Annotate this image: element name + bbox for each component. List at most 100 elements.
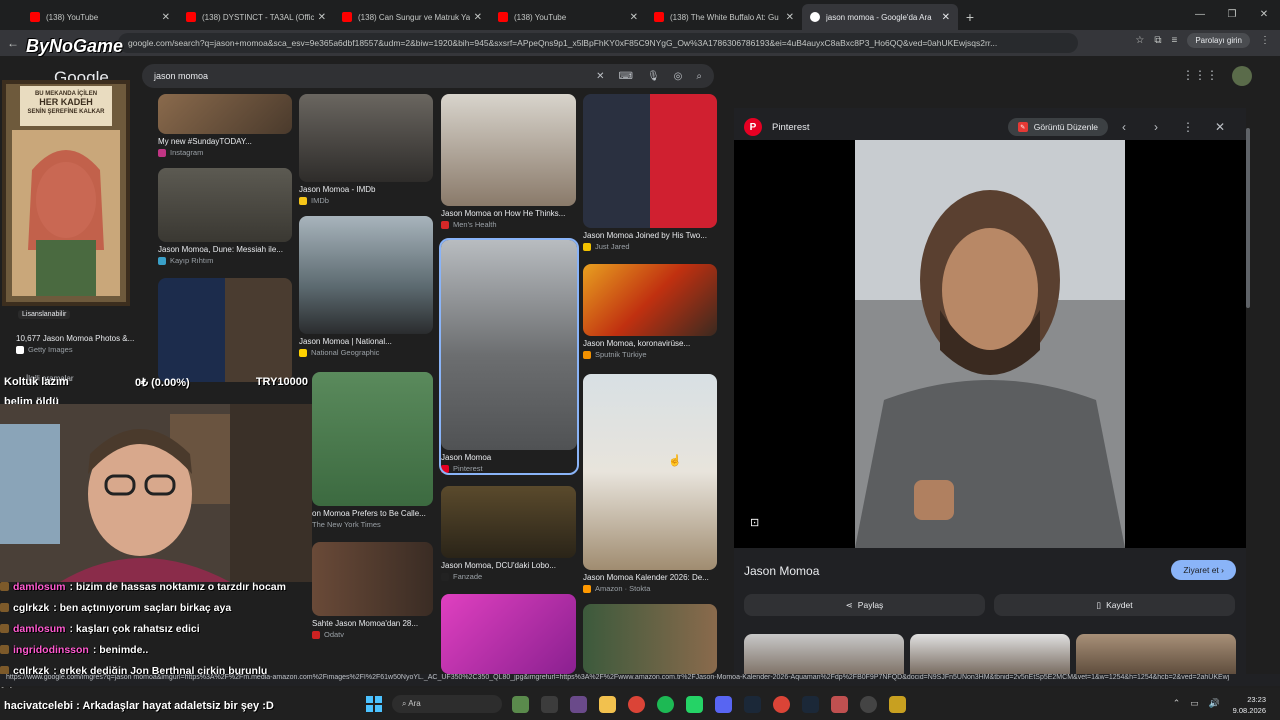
result-tile[interactable]: Jason Momoa | National... National Geogr… — [299, 216, 433, 357]
result-tile[interactable] — [441, 594, 576, 674]
result-title[interactable]: Jason Momoa - IMDb — [299, 185, 433, 194]
result-tile[interactable]: Jason Momoa Kalender 2026: De... Amazon … — [583, 374, 717, 593]
close-icon[interactable]: ✕ — [630, 12, 638, 23]
save-button[interactable]: ▯ Kaydet — [994, 594, 1235, 616]
result-thumbnail[interactable] — [583, 94, 717, 228]
result-title[interactable]: Jason Momoa on How He Thinks... — [441, 209, 576, 218]
close-icon[interactable]: ✕ — [1204, 120, 1236, 134]
app-icon[interactable] — [889, 696, 906, 713]
tab-white-buffalo[interactable]: (138) The White Buffalo At: Gu ✕ — [646, 4, 802, 30]
result-thumbnail[interactable] — [158, 168, 292, 242]
file-explorer-icon[interactable] — [599, 696, 616, 713]
result-title[interactable]: Jason Momoa Kalender 2026: De... — [583, 573, 717, 582]
result-thumbnail[interactable] — [441, 486, 576, 558]
result-title[interactable]: on Momoa Prefers to Be Calle... — [312, 509, 433, 518]
share-button[interactable]: ⋖ Paylaş — [744, 594, 985, 616]
result-tile-selected[interactable]: Jason Momoa Pinterest — [439, 238, 579, 475]
tab-youtube-1[interactable]: (138) YouTube ✕ — [22, 4, 178, 30]
result-thumbnail[interactable] — [583, 604, 717, 674]
result-thumbnail[interactable] — [299, 94, 433, 182]
result-tile[interactable]: Jason Momoa, Dune: Messiah ile... Kayıp … — [158, 168, 292, 265]
minimize-icon[interactable]: — — [1184, 0, 1216, 28]
search-box[interactable]: jason momoa ✕ ⌨ 🎙 ◎ ⌕ — [142, 64, 714, 88]
result-thumbnail[interactable] — [158, 94, 292, 134]
result-tile[interactable]: on Momoa Prefers to Be Calle... The New … — [312, 372, 433, 529]
result-title[interactable]: Jason Momoa, Dune: Messiah ile... — [158, 245, 292, 254]
menu-icon[interactable]: ⋮ — [1260, 35, 1270, 46]
preview-image[interactable]: ⊡ — [734, 140, 1246, 548]
taskbar-clock[interactable]: 23:23 9.08.2026 — [1233, 694, 1266, 716]
tab-youtube-2[interactable]: (138) YouTube ✕ — [490, 4, 646, 30]
discord-icon[interactable] — [715, 696, 732, 713]
result-title[interactable]: Jason Momoa — [441, 453, 577, 462]
result-thumbnail[interactable] — [441, 94, 576, 206]
steam-icon[interactable] — [802, 696, 819, 713]
chevron-right-icon[interactable]: › — [1140, 120, 1172, 134]
result-tile[interactable]: 10,677 Jason Momoa Photos &... Getty Ima… — [16, 331, 156, 354]
mic-icon[interactable]: 🎙 — [647, 71, 660, 82]
tab-can-sungur[interactable]: (138) Can Sungur ve Matruk Ya ✕ — [334, 4, 490, 30]
apps-grid-icon[interactable]: ⋮⋮⋮ — [1182, 68, 1218, 82]
taskbar-search[interactable]: ⌕ Ara — [392, 695, 502, 713]
close-icon[interactable]: ✕ — [474, 12, 482, 23]
tab-dystinct[interactable]: (138) DYSTINCT - TA3AL (Offici ✕ — [178, 4, 334, 30]
result-title[interactable]: My new #SundayTODAY... — [158, 137, 292, 146]
result-tile[interactable]: My new #SundayTODAY... Instagram — [158, 94, 292, 157]
result-title[interactable]: Jason Momoa Joined by His Two... — [583, 231, 717, 240]
keyboard-icon[interactable]: ⌨ — [619, 71, 633, 82]
search-icon[interactable]: ⌕ — [696, 71, 702, 82]
address-bar[interactable]: google.com/search?q=jason+momoa&sca_esv=… — [118, 33, 1078, 53]
tab-search-icon[interactable]: ≡ — [1171, 35, 1177, 46]
close-icon[interactable]: ✕ — [162, 12, 170, 23]
result-thumbnail[interactable] — [441, 594, 576, 674]
panel-scrollbar[interactable] — [1246, 108, 1252, 668]
whatsapp-icon[interactable] — [686, 696, 703, 713]
close-icon[interactable]: ✕ — [786, 12, 794, 23]
result-tile[interactable] — [583, 604, 717, 674]
result-thumbnail[interactable] — [299, 216, 433, 334]
tab-google-search[interactable]: jason momoa - Google'da Ara ✕ — [802, 4, 958, 30]
result-title[interactable]: Jason Momoa, koronavirüse... — [583, 339, 717, 348]
result-title[interactable]: Sahte Jason Momoa'dan 28... — [312, 619, 433, 628]
result-tile[interactable] — [158, 278, 292, 382]
result-tile[interactable]: Jason Momoa - IMDb IMDb — [299, 94, 433, 205]
new-tab-button[interactable]: + — [958, 4, 982, 30]
result-thumbnail[interactable] — [312, 542, 433, 616]
app-icon[interactable] — [570, 696, 587, 713]
result-title[interactable]: 10,677 Jason Momoa Photos &... — [16, 334, 156, 343]
result-thumbnail[interactable] — [158, 278, 292, 382]
result-thumbnail[interactable] — [441, 240, 577, 450]
close-window-icon[interactable]: ✕ — [1248, 0, 1280, 28]
result-tile[interactable]: Jason Momoa, koronavirüse... Sputnik Tür… — [583, 264, 717, 359]
steam-icon[interactable] — [744, 696, 761, 713]
chrome-active-icon[interactable] — [773, 696, 790, 713]
result-tile[interactable]: Jason Momoa Joined by His Two... Just Ja… — [583, 94, 717, 251]
result-thumbnail[interactable] — [583, 264, 717, 336]
result-title[interactable]: Jason Momoa | National... — [299, 337, 433, 346]
app-icon[interactable] — [512, 696, 529, 713]
extensions-icon[interactable]: ⧉ — [1154, 35, 1161, 46]
back-icon[interactable]: ← — [0, 36, 26, 50]
chevron-up-icon[interactable]: ⌃ — [1173, 698, 1181, 709]
lens-icon[interactable]: ◎ — [674, 71, 683, 82]
chevron-left-icon[interactable]: ‹ — [1108, 120, 1140, 134]
close-icon[interactable]: ✕ — [942, 12, 950, 23]
scrollbar-thumb[interactable] — [1246, 128, 1250, 308]
chrome-icon[interactable] — [628, 696, 645, 713]
windows-start-icon[interactable] — [366, 696, 382, 712]
result-thumbnail[interactable] — [583, 374, 717, 570]
result-title[interactable]: Jason Momoa, DCU'daki Lobo... — [441, 561, 576, 570]
edit-image-button[interactable]: ✎ Görüntü Düzenle — [1007, 118, 1108, 136]
result-thumbnail[interactable] — [312, 372, 433, 506]
avatar[interactable] — [1232, 66, 1252, 86]
spotify-icon[interactable] — [657, 696, 674, 713]
network-icon[interactable]: ▭ — [1190, 698, 1199, 709]
app-icon[interactable] — [831, 696, 848, 713]
panel-site-name[interactable]: Pinterest — [772, 122, 1008, 133]
volume-icon[interactable]: 🔊 — [1209, 698, 1220, 709]
maximize-icon[interactable]: ❐ — [1216, 0, 1248, 28]
close-icon[interactable]: ✕ — [318, 12, 326, 23]
task-view-icon[interactable] — [541, 696, 558, 713]
pinterest-icon[interactable]: P — [744, 118, 762, 136]
clear-icon[interactable]: ✕ — [596, 71, 604, 82]
